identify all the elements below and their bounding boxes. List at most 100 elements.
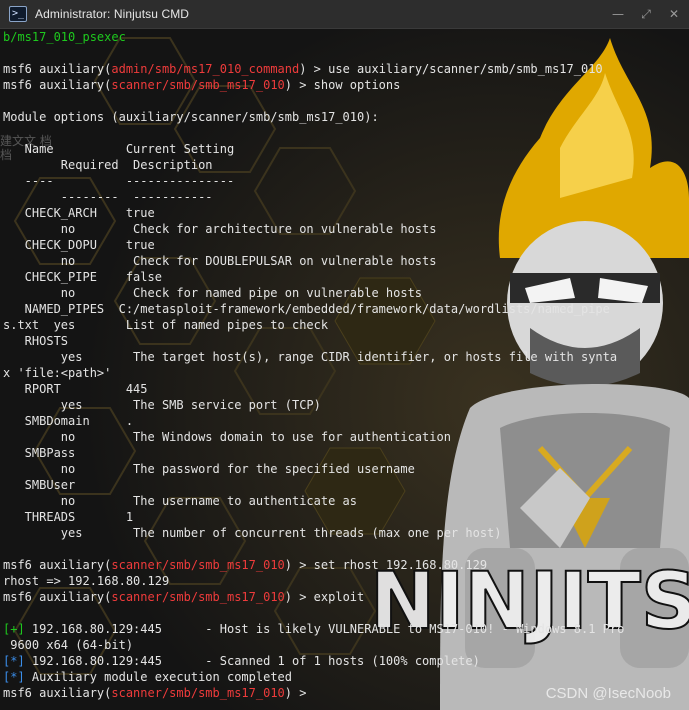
terminal-line: SMBDomain . [3, 413, 689, 429]
terminal-line: SMBUser [3, 477, 689, 493]
terminal-text-segment: Required Description [3, 158, 213, 172]
terminal-text-segment: msf6 auxiliary( [3, 62, 112, 76]
terminal-text-segment: 192.168.80.129:445 - Host is likely VULN… [24, 622, 625, 636]
terminal-text-segment: yes The number of concurrent threads (ma… [3, 526, 502, 540]
terminal-line: -------- ----------- [3, 189, 689, 205]
terminal-text-segment: msf6 auxiliary( [3, 558, 112, 572]
terminal-text-segment: msf6 auxiliary( [3, 686, 112, 700]
terminal-icon: >_ [9, 6, 27, 22]
terminal-line: ---- --------------- [3, 173, 689, 189]
terminal-text-segment: rhost => 192.168.80.129 [3, 574, 170, 588]
terminal-text-segment: RHOSTS [3, 334, 69, 348]
terminal-text-segment: scanner/smb/smb_ms17_010 [111, 78, 285, 92]
terminal-line: no Check for DOUBLEPULSAR on vulnerable … [3, 253, 689, 269]
terminal-line: no The username to authenticate as [3, 493, 689, 509]
terminal-text-segment: yes The target host(s), range CIDR ident… [3, 350, 618, 364]
terminal-text-segment: 9600 x64 (64-bit) [3, 638, 134, 652]
terminal-line: RPORT 445 [3, 381, 689, 397]
terminal-line: [*] 192.168.80.129:445 - Scanned 1 of 1 … [3, 653, 689, 669]
terminal-text-segment: [*] [3, 670, 25, 684]
terminal-line: rhost => 192.168.80.129 [3, 573, 689, 589]
terminal-text-segment: scanner/smb/smb_ms17_010 [111, 558, 285, 572]
terminal-text-segment: no The Windows domain to use for authent… [3, 430, 451, 444]
terminal-text-segment: b/ms17_010_psexec [3, 30, 126, 44]
terminal-text-segment: ) > use auxiliary/scanner/smb/smb_ms17_0… [299, 62, 603, 76]
terminal-text-segment: no The username to authenticate as [3, 494, 358, 508]
terminal-line: msf6 auxiliary(scanner/smb/smb_ms17_010)… [3, 77, 689, 93]
terminal-line: s.txt yes List of named pipes to check [3, 317, 689, 333]
maximize-button[interactable]: ⤢ [639, 7, 653, 22]
terminal-window: NINJITS >_ Administrator: Ninjutsu CMD —… [0, 0, 689, 710]
terminal-text-segment: CHECK_ARCH true [3, 206, 155, 220]
terminal-text-segment: msf6 auxiliary( [3, 78, 112, 92]
terminal-text-segment: ) > show options [284, 78, 401, 92]
terminal-text-segment: msf6 auxiliary( [3, 590, 112, 604]
terminal-text-segment: no The password for the specified userna… [3, 462, 415, 476]
terminal-line: no Check for named pipe on vulnerable ho… [3, 285, 689, 301]
terminal-text-segment: ) > [284, 686, 314, 700]
terminal-line: Module options (auxiliary/scanner/smb/sm… [3, 109, 689, 125]
terminal-text-segment: Name Current Setting [3, 142, 235, 156]
terminal-line: THREADS 1 [3, 509, 689, 525]
terminal-line: NAMED_PIPES C:/metasploit-framework/embe… [3, 301, 689, 317]
terminal-text-segment: yes The SMB service port (TCP) [3, 398, 321, 412]
terminal-line: SMBPass [3, 445, 689, 461]
terminal-text-segment: CHECK_PIPE false [3, 270, 162, 284]
window-title: Administrator: Ninjutsu CMD [35, 7, 190, 21]
terminal-line: no The password for the specified userna… [3, 461, 689, 477]
terminal-text-segment: no Check for DOUBLEPULSAR on vulnerable … [3, 254, 437, 268]
terminal-line: yes The SMB service port (TCP) [3, 397, 689, 413]
terminal-line: 9600 x64 (64-bit) [3, 637, 689, 653]
terminal-text-segment: [+] [3, 622, 25, 636]
title-bar: >_ Administrator: Ninjutsu CMD — ⤢ ✕ [0, 0, 689, 29]
terminal-text-segment: SMBUser [3, 478, 76, 492]
terminal-text-segment: [*] [3, 654, 25, 668]
terminal-text-segment: CHECK_DOPU true [3, 238, 155, 252]
close-button[interactable]: ✕ [667, 7, 681, 21]
window-controls: — ⤢ ✕ [611, 0, 681, 28]
terminal-text-segment: SMBPass [3, 446, 76, 460]
terminal-text-segment: 192.168.80.129:445 - Scanned 1 of 1 host… [24, 654, 480, 668]
terminal-text-segment: no Check for architecture on vulnerable … [3, 222, 437, 236]
terminal-line: [+] 192.168.80.129:445 - Host is likely … [3, 621, 689, 637]
terminal-text-segment: s.txt yes List of named pipes to check [3, 318, 329, 332]
terminal-line: no Check for architecture on vulnerable … [3, 221, 689, 237]
terminal-text-segment: scanner/smb/smb_ms17_010 [111, 686, 285, 700]
terminal-text-segment: THREADS 1 [3, 510, 134, 524]
terminal-line: b/ms17_010_psexec [3, 29, 689, 45]
terminal-line: CHECK_PIPE false [3, 269, 689, 285]
terminal-line: Name Current Setting [3, 141, 689, 157]
terminal-text-segment: SMBDomain . [3, 414, 134, 428]
terminal-line: msf6 auxiliary(admin/smb/ms17_010_comman… [3, 61, 689, 77]
terminal-text-segment: Auxiliary module execution completed [24, 670, 292, 684]
terminal-line: yes The number of concurrent threads (ma… [3, 525, 689, 541]
terminal-text-segment: NAMED_PIPES C:/metasploit-framework/embe… [3, 302, 610, 316]
terminal-line: RHOSTS [3, 333, 689, 349]
minimize-button[interactable]: — [611, 7, 625, 21]
terminal-line: x 'file:<path>' [3, 365, 689, 381]
terminal-text-segment: -------- ----------- [3, 190, 213, 204]
terminal-line: [*] Auxiliary module execution completed [3, 669, 689, 685]
terminal-text-segment: RPORT 445 [3, 382, 148, 396]
terminal-line: Required Description [3, 157, 689, 173]
terminal-line: msf6 auxiliary(scanner/smb/smb_ms17_010)… [3, 557, 689, 573]
terminal-line: no The Windows domain to use for authent… [3, 429, 689, 445]
terminal-line: msf6 auxiliary(scanner/smb/smb_ms17_010)… [3, 589, 689, 605]
watermark: CSDN @IsecNoob [545, 685, 671, 702]
terminal-text-segment: x 'file:<path>' [3, 366, 112, 380]
terminal-output[interactable]: b/ms17_010_psexec msf6 auxiliary(admin/sm… [3, 29, 689, 710]
terminal-line: CHECK_DOPU true [3, 237, 689, 253]
terminal-text-segment: admin/smb/ms17_010_command [111, 62, 300, 76]
terminal-text-segment: ) > set rhost 192.168.80.129 [284, 558, 488, 572]
terminal-text-segment: ---- --------------- [3, 174, 235, 188]
terminal-text-segment: Module options (auxiliary/scanner/smb/sm… [3, 110, 379, 124]
terminal-text-segment: no Check for named pipe on vulnerable ho… [3, 286, 423, 300]
terminal-text-segment: scanner/smb/smb_ms17_010 [111, 590, 285, 604]
terminal-line: CHECK_ARCH true [3, 205, 689, 221]
terminal-text-segment: ) > exploit [284, 590, 365, 604]
